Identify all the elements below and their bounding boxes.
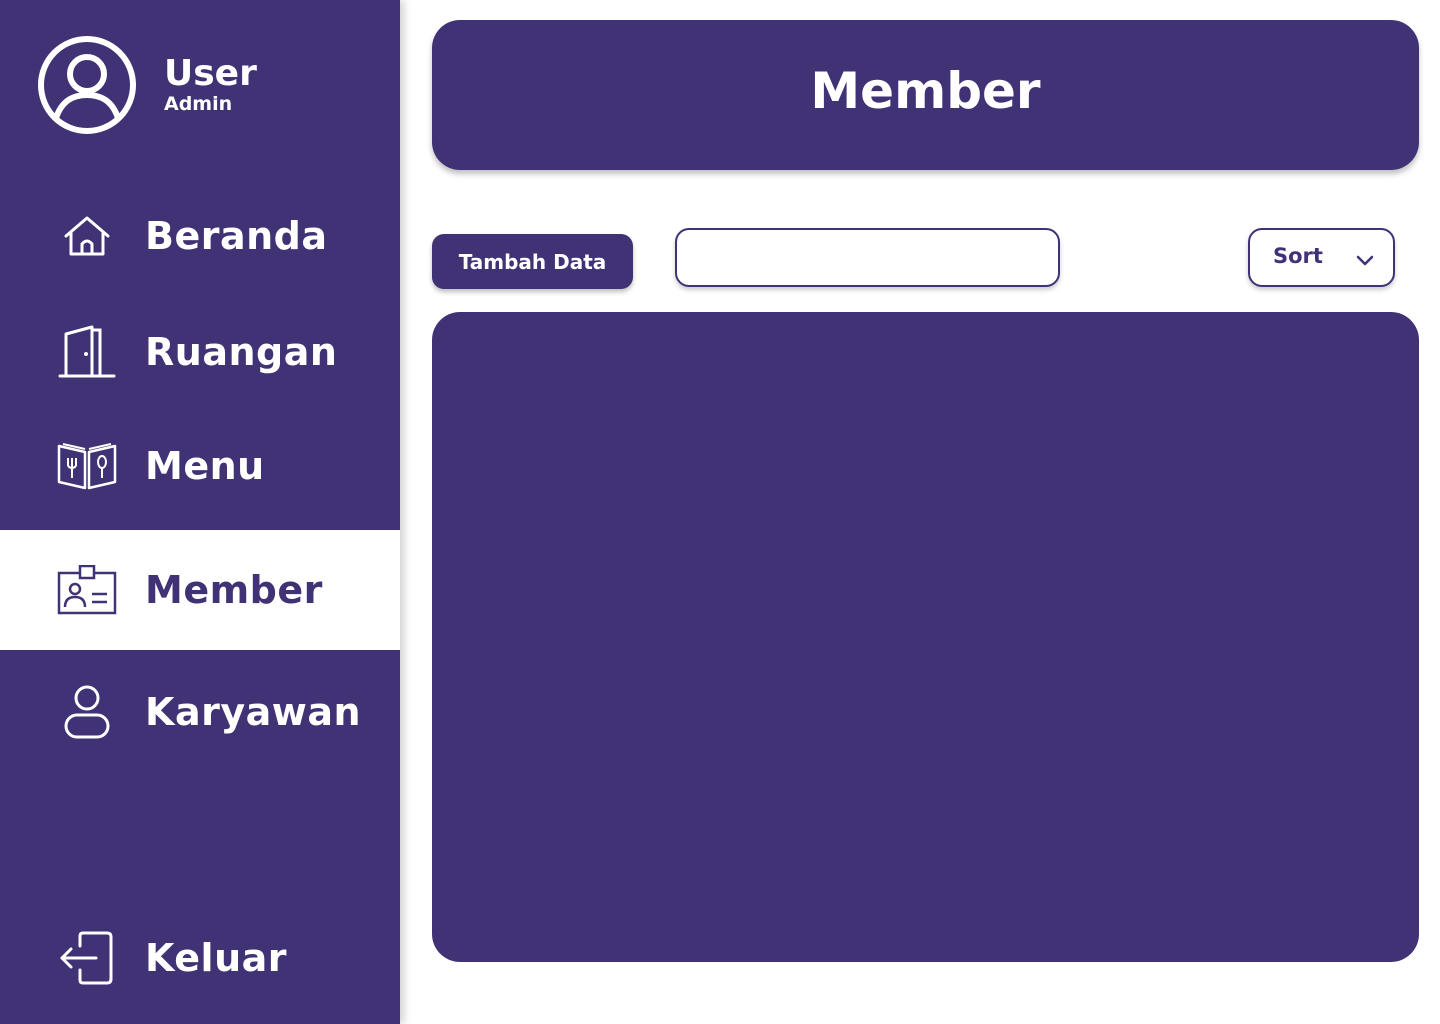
- sidebar-item-ruangan[interactable]: Ruangan: [0, 292, 400, 412]
- sort-label: Sort: [1273, 244, 1323, 268]
- sidebar-item-label: Ruangan: [145, 330, 338, 374]
- user-profile: User Admin: [36, 34, 257, 136]
- sidebar-item-menu[interactable]: Menu: [0, 406, 400, 526]
- logout-button[interactable]: Keluar: [0, 898, 400, 1018]
- id-card-icon: [56, 559, 118, 621]
- add-data-button[interactable]: Tambah Data: [432, 234, 633, 289]
- home-icon: [56, 205, 118, 267]
- sidebar-item-member[interactable]: Member: [0, 530, 400, 650]
- sidebar-item-label: Member: [145, 568, 323, 612]
- sidebar-item-karyawan[interactable]: Karyawan: [0, 652, 400, 772]
- logout-icon: [56, 927, 118, 989]
- sidebar-item-label: Beranda: [145, 214, 328, 258]
- chevron-down-icon: [1356, 255, 1374, 266]
- door-icon: [56, 321, 118, 383]
- sidebar-item-beranda[interactable]: Beranda: [0, 176, 400, 296]
- page-title: Member: [810, 62, 1041, 120]
- search-input[interactable]: [675, 228, 1060, 287]
- user-name: User: [164, 53, 257, 94]
- sort-dropdown[interactable]: Sort: [1248, 228, 1395, 287]
- person-icon: [56, 681, 118, 743]
- member-content-panel: [432, 312, 1419, 962]
- sidebar-item-label: Karyawan: [145, 690, 362, 734]
- menu-book-icon: [56, 435, 118, 497]
- user-role: Admin: [164, 93, 233, 115]
- sidebar-item-label: Menu: [145, 444, 265, 488]
- page-header: Member: [432, 20, 1419, 170]
- sidebar-item-label: Keluar: [145, 936, 288, 980]
- user-circle-icon: [38, 36, 136, 134]
- sidebar: User Admin Beranda Ruangan Menu Member K…: [0, 0, 400, 1024]
